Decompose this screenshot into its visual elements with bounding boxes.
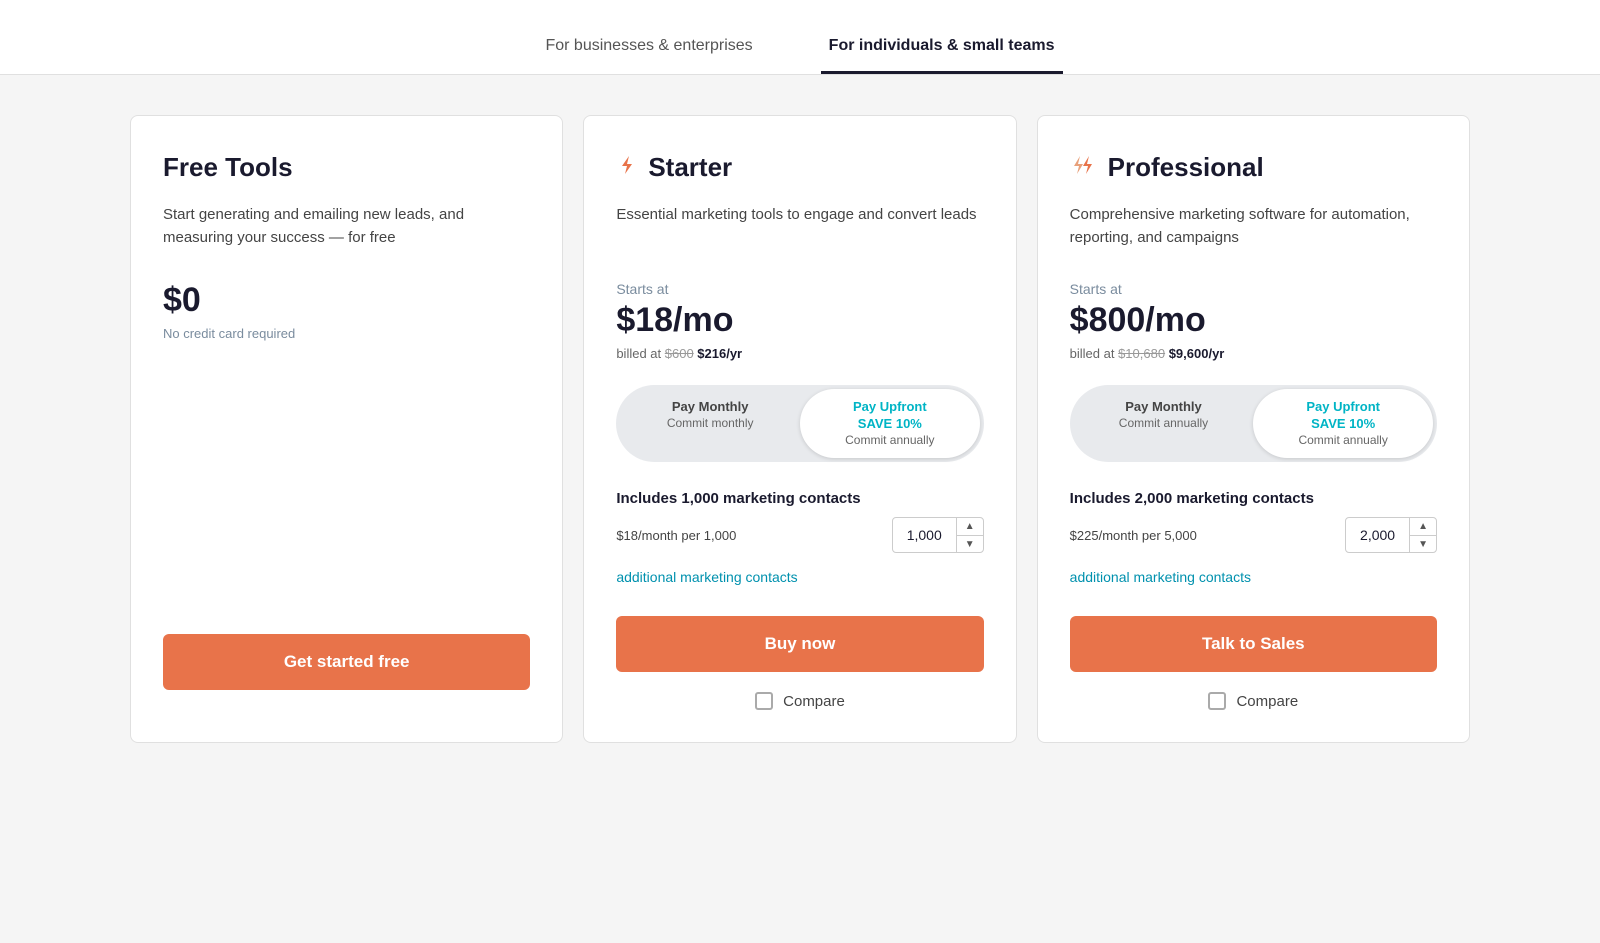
card-starter: Starter Essential marketing tools to eng… <box>583 115 1016 743</box>
card-professional-starts-at: Starts at <box>1070 281 1437 297</box>
card-professional-stepper[interactable]: 2,000 ▲ ▼ <box>1345 517 1437 553</box>
card-starter-contacts-price: $18/month per 1,000 <box>616 528 736 543</box>
card-professional-additional-link[interactable]: additional marketing contacts <box>1070 567 1437 588</box>
card-free-cta[interactable]: Get started free <box>163 634 530 690</box>
pricing-cards: Free Tools Start generating and emailing… <box>100 75 1500 783</box>
card-starter-description: Essential marketing tools to engage and … <box>616 203 983 253</box>
card-starter-stepper-up[interactable]: ▲ <box>957 518 983 536</box>
card-starter-compare-checkbox[interactable] <box>755 692 773 710</box>
card-starter-toggle-monthly-label: Pay Monthly <box>632 399 788 416</box>
card-starter-additional-link[interactable]: additional marketing contacts <box>616 567 983 588</box>
card-professional-toggle-monthly-label: Pay Monthly <box>1086 399 1242 416</box>
card-professional-billing-toggle: Pay Monthly Commit annually Pay Upfront … <box>1070 385 1437 462</box>
card-free: Free Tools Start generating and emailing… <box>130 115 563 743</box>
card-starter-billing: billed at $600 $216/yr <box>616 346 983 361</box>
card-starter-title-row: Starter <box>616 152 983 183</box>
card-professional-toggle-monthly-sub: Commit annually <box>1086 416 1242 432</box>
card-starter-toggle-upfront-sub: Commit annually <box>812 433 968 449</box>
card-professional: Professional Comprehensive marketing sof… <box>1037 115 1470 743</box>
starter-lightning-icon <box>616 154 638 182</box>
card-free-title: Free Tools <box>163 152 293 183</box>
card-professional-price: $800/mo <box>1070 301 1437 340</box>
card-professional-compare-label: Compare <box>1236 693 1298 710</box>
card-professional-toggle-upfront[interactable]: Pay Upfront SAVE 10% Commit annually <box>1253 389 1433 458</box>
card-starter-stepper-down[interactable]: ▼ <box>957 536 983 553</box>
card-starter-stepper-value: 1,000 <box>893 527 956 543</box>
card-professional-toggle-monthly[interactable]: Pay Monthly Commit annually <box>1074 389 1254 458</box>
professional-lightning-icon <box>1070 154 1098 182</box>
card-starter-stepper[interactable]: 1,000 ▲ ▼ <box>892 517 984 553</box>
card-free-price: $0 <box>163 281 530 320</box>
tab-individuals[interactable]: For individuals & small teams <box>821 37 1063 74</box>
card-starter-compare-row: Compare <box>616 692 983 710</box>
card-starter-toggle-monthly-sub: Commit monthly <box>632 416 788 432</box>
card-starter-title: Starter <box>648 152 732 183</box>
card-professional-toggle-upfront-sub: Commit annually <box>1265 433 1421 449</box>
card-professional-stepper-up[interactable]: ▲ <box>1410 518 1436 536</box>
card-starter-toggle-upfront-label: Pay Upfront <box>812 399 968 416</box>
tab-businesses[interactable]: For businesses & enterprises <box>537 37 760 74</box>
card-starter-billing-toggle: Pay Monthly Commit monthly Pay Upfront S… <box>616 385 983 462</box>
card-professional-title-row: Professional <box>1070 152 1437 183</box>
card-starter-toggle-monthly[interactable]: Pay Monthly Commit monthly <box>620 389 800 458</box>
card-starter-toggle-upfront[interactable]: Pay Upfront SAVE 10% Commit annually <box>800 389 980 458</box>
card-starter-contacts-row: $18/month per 1,000 1,000 ▲ ▼ <box>616 517 983 553</box>
card-starter-new-price: $216/yr <box>697 346 742 361</box>
card-starter-toggle-save: SAVE 10% <box>812 416 968 433</box>
card-professional-compare-row: Compare <box>1070 692 1437 710</box>
card-starter-price: $18/mo <box>616 301 983 340</box>
card-professional-compare-checkbox[interactable] <box>1208 692 1226 710</box>
card-professional-toggle-save: SAVE 10% <box>1265 416 1421 433</box>
card-professional-description: Comprehensive marketing software for aut… <box>1070 203 1437 253</box>
tab-bar: For businesses & enterprises For individ… <box>0 0 1600 75</box>
card-starter-cta[interactable]: Buy now <box>616 616 983 672</box>
card-free-title-row: Free Tools <box>163 152 530 183</box>
card-starter-old-price: $600 <box>665 346 694 361</box>
card-free-description: Start generating and emailing new leads,… <box>163 203 530 253</box>
card-starter-starts-at: Starts at <box>616 281 983 297</box>
card-professional-stepper-arrows: ▲ ▼ <box>1409 518 1436 552</box>
card-professional-billing: billed at $10,680 $9,600/yr <box>1070 346 1437 361</box>
card-professional-toggle-upfront-label: Pay Upfront <box>1265 399 1421 416</box>
card-professional-contacts-price: $225/month per 5,000 <box>1070 528 1197 543</box>
card-professional-includes: Includes 2,000 marketing contacts <box>1070 490 1437 507</box>
card-starter-compare-label: Compare <box>783 693 845 710</box>
card-starter-stepper-arrows: ▲ ▼ <box>956 518 983 552</box>
card-professional-stepper-down[interactable]: ▼ <box>1410 536 1436 553</box>
card-professional-old-price: $10,680 <box>1118 346 1165 361</box>
card-professional-title: Professional <box>1108 152 1264 183</box>
card-professional-cta[interactable]: Talk to Sales <box>1070 616 1437 672</box>
card-starter-includes: Includes 1,000 marketing contacts <box>616 490 983 507</box>
card-free-no-cc: No credit card required <box>163 326 530 341</box>
card-professional-stepper-value: 2,000 <box>1346 527 1409 543</box>
card-professional-new-price: $9,600/yr <box>1169 346 1225 361</box>
card-professional-contacts-row: $225/month per 5,000 2,000 ▲ ▼ <box>1070 517 1437 553</box>
